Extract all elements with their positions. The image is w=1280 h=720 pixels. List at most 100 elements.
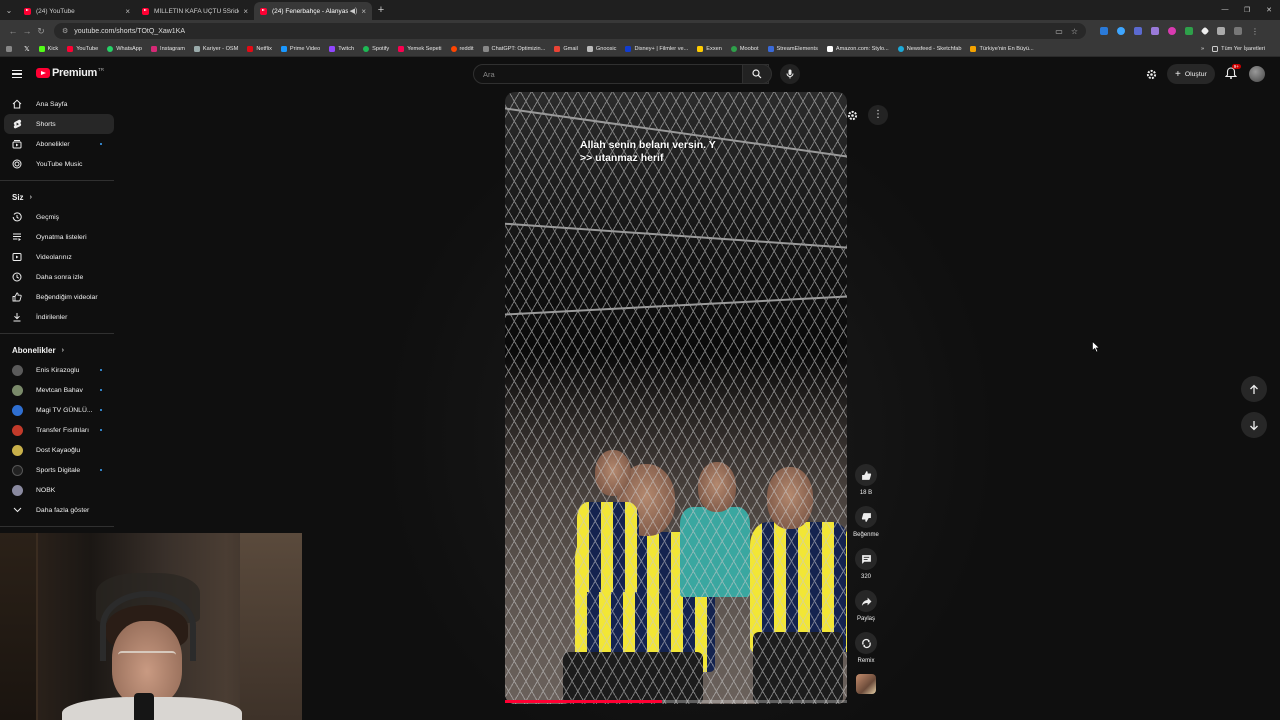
- sidebar-item-downloads[interactable]: İndirilenler: [4, 307, 114, 327]
- share-arrow-icon: [861, 597, 871, 606]
- tab-close-icon[interactable]: ×: [243, 7, 248, 16]
- bookmark-item[interactable]: Kick: [38, 46, 58, 52]
- voice-search-button[interactable]: [780, 64, 800, 84]
- extension-icon[interactable]: [1185, 27, 1193, 35]
- sidebar-divider: [0, 180, 114, 181]
- shorts-video-player[interactable]: [505, 92, 847, 704]
- extension-icon[interactable]: [1151, 27, 1159, 35]
- search-input[interactable]: Ara: [473, 64, 769, 84]
- sidebar-channel-item[interactable]: Mevtcan Bahav: [4, 380, 114, 400]
- sidebar-item-your-videos[interactable]: Videolarınız: [4, 247, 114, 267]
- sidebar-channel-item[interactable]: Transfer Fısıltıları: [4, 420, 114, 440]
- new-tab-button[interactable]: +: [372, 4, 390, 16]
- sidebar-channel-item[interactable]: Enis Kirazoglu: [4, 360, 114, 380]
- bookmark-item[interactable]: Disney+ | Filmler ve...: [625, 46, 688, 52]
- previous-short-button[interactable]: [1241, 376, 1267, 402]
- sidebar-section-you[interactable]: Siz ›: [0, 187, 118, 207]
- forward-icon[interactable]: →: [20, 26, 34, 36]
- like-button[interactable]: 18 B: [850, 464, 882, 496]
- bookmark-star-icon[interactable]: ☆: [1071, 27, 1078, 36]
- bookmarks-overflow-icon[interactable]: »: [1201, 46, 1204, 52]
- extension-icon[interactable]: [1100, 27, 1108, 35]
- menu-hamburger-icon[interactable]: [12, 70, 22, 78]
- bookmark-x[interactable]: 𝕏: [24, 45, 30, 53]
- extension-icon[interactable]: [1117, 27, 1125, 35]
- subscriptions-icon: [12, 139, 22, 149]
- bookmark-item[interactable]: StreamElements: [767, 46, 818, 52]
- sidebar-channel-item[interactable]: Sports Digitale: [4, 460, 114, 480]
- remix-button[interactable]: Remix: [850, 632, 882, 664]
- bookmark-item[interactable]: ChatGPT: Optimizin...: [482, 46, 545, 52]
- video-progress-fill: [505, 700, 663, 703]
- create-button[interactable]: + Oluştur: [1167, 64, 1215, 84]
- bookmark-item[interactable]: Instagram: [151, 46, 185, 52]
- settings-gear-icon[interactable]: [847, 110, 858, 121]
- browser-tab-2[interactable]: MİLLETİN KAFA UÇTU 5Sriders ×: [136, 2, 254, 20]
- bookmark-item[interactable]: Türkiye'nin En Büyü...: [970, 46, 1034, 52]
- site-info-icon[interactable]: ⚙: [62, 27, 68, 35]
- search-button[interactable]: [742, 64, 772, 84]
- sidebar-item-shorts[interactable]: Shorts: [4, 114, 114, 134]
- bookmark-item[interactable]: Amazon.com: Stylo...: [826, 46, 889, 52]
- profile-icon[interactable]: [1234, 27, 1242, 35]
- dislike-button[interactable]: Beğenme: [850, 506, 882, 538]
- tab-close-icon[interactable]: ×: [361, 7, 366, 16]
- bookmark-item[interactable]: Exxen: [697, 46, 722, 52]
- all-bookmarks-folder[interactable]: Tüm Yer İşaretleri: [1212, 46, 1265, 52]
- bookmark-item[interactable]: Twitch: [329, 46, 354, 52]
- bookmark-item[interactable]: Yemek Sepeti: [398, 46, 442, 52]
- minimize-icon[interactable]: —: [1214, 6, 1236, 14]
- extension-icon[interactable]: [1200, 26, 1210, 36]
- browser-tab-1[interactable]: (24) YouTube ×: [18, 2, 136, 20]
- apps-icon[interactable]: [6, 46, 15, 52]
- bookmark-item[interactable]: Prime Video: [280, 46, 320, 52]
- notifications-button[interactable]: 9+: [1224, 64, 1241, 81]
- bookmark-item[interactable]: reddit: [450, 46, 474, 52]
- restore-icon[interactable]: ❐: [1236, 6, 1258, 14]
- bookmark-item[interactable]: Gnoosic: [586, 46, 616, 52]
- sidebar-item-watch-later[interactable]: Daha sonra izle: [4, 267, 114, 287]
- extension-icon[interactable]: [1134, 27, 1142, 35]
- sidebar-channel-item[interactable]: Dost Kayaoğlu: [4, 440, 114, 460]
- sidebar-item-playlists[interactable]: Oynatma listeleri: [4, 227, 114, 247]
- bookmark-item[interactable]: Spotify: [363, 46, 389, 52]
- browser-menu-icon[interactable]: ⋮: [1251, 27, 1259, 36]
- back-icon[interactable]: ←: [6, 26, 20, 36]
- youtube-premium-logo[interactable]: Premium TR: [36, 67, 104, 79]
- sidebar-item-home[interactable]: Ana Sayfa: [4, 94, 114, 114]
- cast-icon[interactable]: ▭: [1055, 27, 1063, 36]
- extension-icon[interactable]: [1168, 27, 1176, 35]
- tab-search-icon[interactable]: ⌄: [0, 0, 18, 20]
- close-window-icon[interactable]: ✕: [1258, 6, 1280, 14]
- sound-source-thumbnail[interactable]: [856, 674, 876, 694]
- sidebar-channel-item[interactable]: NOBK: [4, 480, 114, 500]
- tab-close-icon[interactable]: ×: [125, 7, 130, 16]
- share-button[interactable]: Paylaş: [850, 590, 882, 622]
- url-input[interactable]: ⚙ youtube.com/shorts/TOtQ_Xaw1KA ▭ ☆: [54, 23, 1086, 39]
- account-avatar[interactable]: [1248, 66, 1265, 82]
- comments-button[interactable]: 320: [850, 548, 882, 580]
- bookmark-item[interactable]: Netflix: [247, 46, 272, 52]
- reload-icon[interactable]: ↻: [34, 26, 48, 37]
- sidebar-item-history[interactable]: Geçmiş: [4, 207, 114, 227]
- more-options-icon[interactable]: ⋮: [868, 105, 888, 125]
- sidebar-section-subscriptions[interactable]: Abonelikler ›: [0, 340, 118, 360]
- next-short-button[interactable]: [1241, 412, 1267, 438]
- browser-tab-3[interactable]: (24) Fenerbahçe - Alanyaspor ◀) ×: [254, 2, 372, 20]
- sidebar-show-more[interactable]: Daha fazla göster: [4, 500, 114, 520]
- extensions-puzzle-icon[interactable]: [1217, 27, 1225, 35]
- speaker-icon[interactable]: ◀): [350, 7, 358, 15]
- channel-avatar: [12, 484, 23, 496]
- gear-icon[interactable]: [1146, 69, 1157, 80]
- sidebar-item-subscriptions[interactable]: Abonelikler: [4, 134, 114, 154]
- bookmark-item[interactable]: WhatsApp: [107, 46, 142, 52]
- bookmark-item[interactable]: Kariyer - OSM: [193, 46, 238, 52]
- bookmark-item[interactable]: Gmail: [554, 46, 578, 52]
- sidebar-item-liked-videos[interactable]: Beğendiğim videolar: [4, 287, 114, 307]
- sidebar-channel-item[interactable]: Magi TV GÜNLÜ...: [4, 400, 114, 420]
- video-progress-bar[interactable]: [505, 700, 847, 703]
- sidebar-item-youtube-music[interactable]: YouTube Music: [4, 154, 114, 174]
- bookmark-item[interactable]: YouTube: [67, 46, 98, 52]
- bookmark-item[interactable]: Moobot: [730, 46, 759, 52]
- bookmark-item[interactable]: Newsfeed - Sketchfab: [897, 46, 961, 52]
